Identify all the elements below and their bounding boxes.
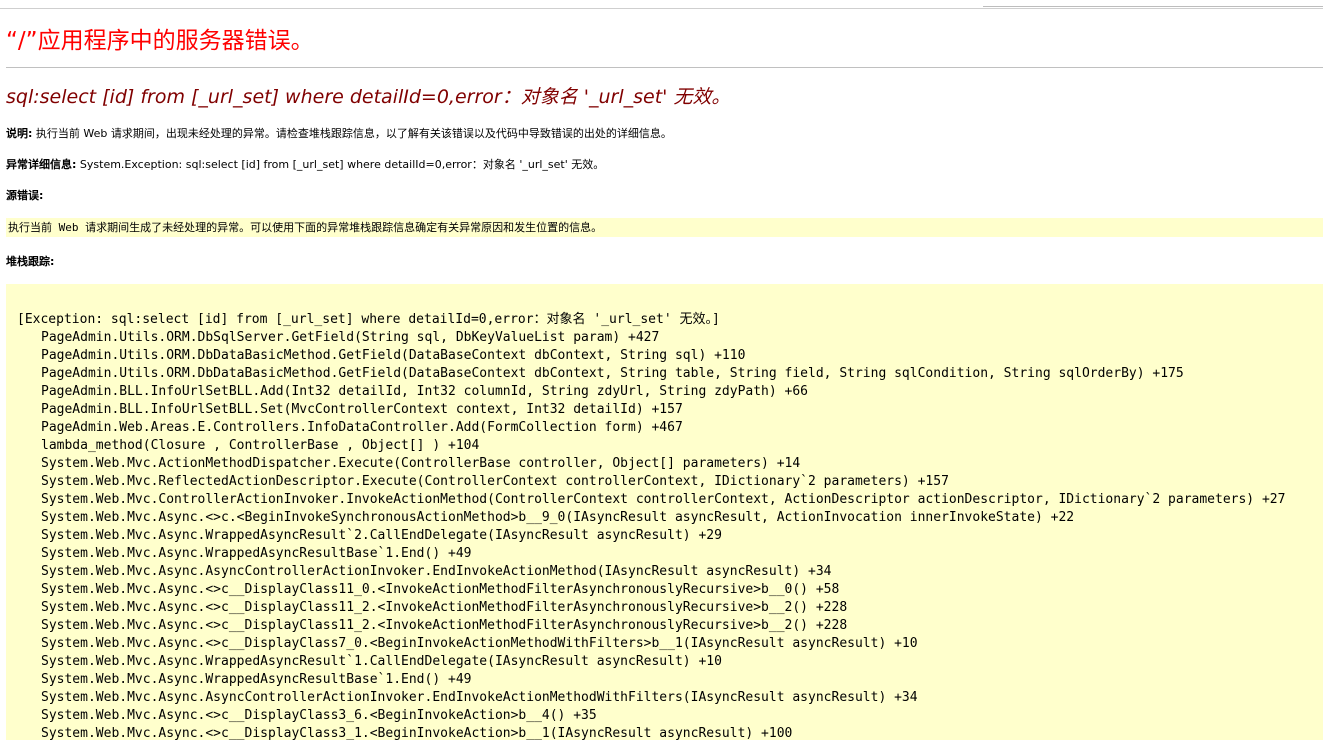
browser-top-edge — [0, 0, 1323, 9]
stack-trace-label: 堆栈跟踪: — [6, 255, 55, 268]
error-title: “/”应用程序中的服务器错误。 — [6, 28, 314, 54]
stack-trace-header: [Exception: sql:select [id] from [_url_s… — [17, 312, 720, 327]
stack-frame: System.Web.Mvc.Async.<>c__DisplayClass7_… — [41, 636, 918, 651]
stack-frame: System.Web.Mvc.Async.<>c__DisplayClass3_… — [41, 726, 793, 740]
stack-frame: PageAdmin.BLL.InfoUrlSetBLL.Set(MvcContr… — [41, 402, 683, 417]
stack-frame: System.Web.Mvc.Async.<>c__DisplayClass11… — [41, 618, 848, 633]
stack-frame: System.Web.Mvc.ActionMethodDispatcher.Ex… — [41, 456, 801, 471]
stack-trace-code: [Exception: sql:select [id] from [_url_s… — [6, 284, 1323, 740]
source-error-label: 源错误: — [6, 189, 44, 202]
description-text: 执行当前 Web 请求期间，出现未经处理的异常。请检查堆栈跟踪信息，以了解有关该… — [32, 127, 672, 140]
stack-frame: PageAdmin.BLL.InfoUrlSetBLL.Add(Int32 de… — [41, 384, 809, 399]
source-error-text: 执行当前 Web 请求期间生成了未经处理的异常。可以使用下面的异常堆栈跟踪信息确… — [8, 221, 603, 234]
browser-tab-edge — [983, 0, 1323, 7]
error-message: sql:select [id] from [_url_set] where de… — [6, 86, 731, 108]
stack-frame: System.Web.Mvc.Async.AsyncControllerActi… — [41, 690, 918, 705]
exception-details-text: System.Exception: sql:select [id] from [… — [76, 158, 605, 171]
stack-trace-row: 堆栈跟踪: — [6, 254, 54, 269]
stack-frame: System.Web.Mvc.ReflectedActionDescriptor… — [41, 474, 949, 489]
exception-details-label: 异常详细信息: — [6, 158, 77, 171]
source-error-row: 源错误: — [6, 188, 43, 203]
stack-frame: System.Web.Mvc.Async.WrappedAsyncResult`… — [41, 654, 722, 669]
stack-frame: System.Web.Mvc.Async.<>c__DisplayClass11… — [41, 600, 848, 615]
description-label: 说明: — [6, 127, 33, 140]
stack-frame: System.Web.Mvc.Async.<>c.<BeginInvokeSyn… — [41, 510, 1075, 525]
error-page: “/”应用程序中的服务器错误。 sql:select [id] from [_u… — [0, 9, 1323, 740]
stack-frame: System.Web.Mvc.Async.WrappedAsyncResult`… — [41, 528, 722, 543]
stack-frame: System.Web.Mvc.Async.<>c__DisplayClass11… — [41, 582, 840, 597]
stack-frame: PageAdmin.Utils.ORM.DbDataBasicMethod.Ge… — [41, 366, 1184, 381]
stack-frame: System.Web.Mvc.Async.AsyncControllerActi… — [41, 564, 832, 579]
stack-trace-box: [Exception: sql:select [id] from [_url_s… — [6, 284, 1323, 740]
source-error-box: 执行当前 Web 请求期间生成了未经处理的异常。可以使用下面的异常堆栈跟踪信息确… — [6, 218, 1323, 237]
stack-frame: PageAdmin.Utils.ORM.DbSqlServer.GetField… — [41, 330, 660, 345]
title-divider — [6, 67, 1323, 68]
stack-frame: PageAdmin.Web.Areas.E.Controllers.InfoDa… — [41, 420, 683, 435]
stack-frame: System.Web.Mvc.Async.WrappedAsyncResultB… — [41, 546, 472, 561]
stack-frame: lambda_method(Closure , ControllerBase ,… — [41, 438, 480, 453]
description-row: 说明: 执行当前 Web 请求期间，出现未经处理的异常。请检查堆栈跟踪信息，以了… — [6, 126, 672, 141]
stack-frame: System.Web.Mvc.Async.<>c__DisplayClass3_… — [41, 708, 597, 723]
stack-frame: System.Web.Mvc.Async.WrappedAsyncResultB… — [41, 672, 472, 687]
exception-details-row: 异常详细信息: System.Exception: sql:select [id… — [6, 157, 604, 172]
stack-frame: System.Web.Mvc.ControllerActionInvoker.I… — [41, 492, 1286, 507]
stack-frame: PageAdmin.Utils.ORM.DbDataBasicMethod.Ge… — [41, 348, 746, 363]
